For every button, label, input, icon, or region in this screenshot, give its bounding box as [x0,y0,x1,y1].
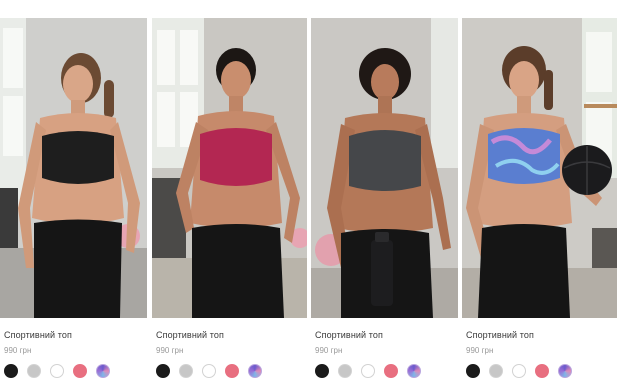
swatch-pink[interactable] [73,364,87,378]
product-price: 990 грн [156,346,184,355]
product-photo[interactable] [462,18,617,318]
color-swatches [4,364,110,378]
color-swatches [315,364,421,378]
product-photo[interactable] [311,18,458,318]
product-price: 990 грн [315,346,343,355]
product-info: Спортивний топ 990 грн [311,318,458,390]
swatch-tie-dye[interactable] [96,364,110,378]
swatch-white[interactable] [512,364,526,378]
product-card[interactable]: Спортивний топ 990 грн [152,18,307,390]
woman-crimson-sports-bra-photo [152,18,307,318]
woman-black-sports-bra-photo [0,18,147,318]
swatch-grey[interactable] [338,364,352,378]
product-grid: Спортивний топ 990 грн Спортивний топ 99… [0,0,617,390]
swatch-black[interactable] [466,364,480,378]
swatch-white[interactable] [361,364,375,378]
product-title[interactable]: Спортивний топ [315,330,383,340]
product-price: 990 грн [466,346,494,355]
product-title[interactable]: Спортивний топ [466,330,534,340]
swatch-pink[interactable] [535,364,549,378]
swatch-grey[interactable] [27,364,41,378]
product-card[interactable]: Спортивний топ 990 грн [311,18,458,390]
swatch-grey[interactable] [179,364,193,378]
product-photo[interactable] [152,18,307,318]
product-card[interactable]: Спортивний топ 990 грн [462,18,617,390]
product-title[interactable]: Спортивний топ [156,330,224,340]
product-info: Спортивний топ 990 грн [0,318,147,390]
swatch-black[interactable] [4,364,18,378]
product-price: 990 грн [4,346,32,355]
product-title[interactable]: Спортивний топ [4,330,72,340]
swatch-black[interactable] [156,364,170,378]
product-info: Спортивний топ 990 грн [152,318,307,390]
swatch-tie-dye[interactable] [558,364,572,378]
swatch-tie-dye[interactable] [248,364,262,378]
swatch-white[interactable] [202,364,216,378]
swatch-pink[interactable] [225,364,239,378]
product-photo[interactable] [0,18,147,318]
swatch-white[interactable] [50,364,64,378]
swatch-black[interactable] [315,364,329,378]
product-card[interactable]: Спортивний топ 990 грн [0,18,147,390]
woman-grey-sports-bra-bottle-photo [311,18,458,318]
woman-tiedye-sports-bra-ball-photo [462,18,617,318]
color-swatches [156,364,262,378]
swatch-grey[interactable] [489,364,503,378]
color-swatches [466,364,572,378]
swatch-tie-dye[interactable] [407,364,421,378]
product-info: Спортивний топ 990 грн [462,318,617,390]
swatch-pink[interactable] [384,364,398,378]
